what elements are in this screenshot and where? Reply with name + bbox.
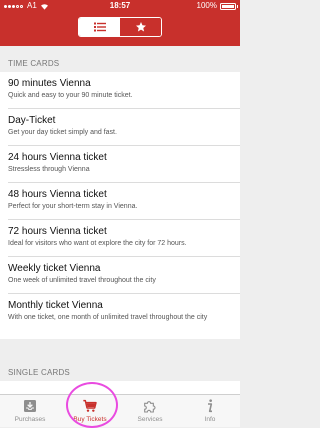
ticket-subtitle: One week of unlimited travel throughout … <box>8 277 156 284</box>
tab-info[interactable]: Info <box>180 395 240 427</box>
ticket-subtitle: With one ticket, one month of unlimited … <box>8 314 208 321</box>
puzzle-icon <box>144 401 156 413</box>
tab-buy-tickets[interactable]: Buy Tickets <box>60 395 120 427</box>
ticket-subtitle: Perfect for your short-term stay in Vien… <box>8 203 138 210</box>
ticket-item-monthly[interactable]: Monthly ticket Vienna With one ticket, o… <box>0 294 240 339</box>
download-tray-icon <box>24 400 36 412</box>
favorites-button[interactable] <box>120 18 161 36</box>
ticket-item-90-minutes[interactable]: 90 minutes Vienna Quick and easy to your… <box>0 72 240 109</box>
star-icon <box>135 22 146 32</box>
ticket-title: Day-Ticket <box>8 115 56 126</box>
list-icon <box>93 22 106 32</box>
section-header-time-cards: TIME CARDS <box>8 59 60 68</box>
ticket-item-48-hours[interactable]: 48 hours Vienna ticket Perfect for your … <box>0 183 240 220</box>
ticket-title: 90 minutes Vienna <box>8 78 91 89</box>
ticket-list-scroll[interactable]: TIME CARDS 90 minutes Vienna Quick and e… <box>0 46 240 394</box>
tab-bar: Purchases Buy Tickets Services Info <box>0 394 240 427</box>
ticket-title: 24 hours Vienna ticket <box>8 152 107 163</box>
status-bar: A1 18:57 100% <box>0 0 240 12</box>
ticket-item-24-hours[interactable]: 24 hours Vienna ticket Stressless throug… <box>0 146 240 183</box>
ticket-subtitle: Ideal for visitors who want ot explore t… <box>8 240 187 247</box>
list-view-button[interactable] <box>79 18 120 36</box>
battery-label: 100% <box>196 1 217 10</box>
ticket-title: 72 hours Vienna ticket <box>8 226 107 237</box>
app-header: A1 18:57 100% <box>0 0 240 46</box>
time-cards-list: 90 minutes Vienna Quick and easy to your… <box>0 72 240 339</box>
ticket-item-72-hours[interactable]: 72 hours Vienna ticket Ideal for visitor… <box>0 220 240 257</box>
tab-label: Info <box>204 416 216 423</box>
ticket-title: 48 hours Vienna ticket <box>8 189 107 200</box>
ticket-title: Weekly ticket Vienna <box>8 263 101 274</box>
ticket-subtitle: Get your day ticket simply and fast. <box>8 129 117 136</box>
single-cards-list <box>0 381 240 394</box>
view-toggle <box>78 17 162 37</box>
tab-label: Services <box>137 416 163 423</box>
tab-services[interactable]: Services <box>120 395 180 427</box>
ticket-item-day-ticket[interactable]: Day-Ticket Get your day ticket simply an… <box>0 109 240 146</box>
section-header-single-cards: SINGLE CARDS <box>8 368 70 377</box>
ticket-title: Monthly ticket Vienna <box>8 300 103 311</box>
tab-label: Purchases <box>14 416 46 423</box>
shopping-cart-icon <box>83 399 97 412</box>
tab-label: Buy Tickets <box>73 416 107 423</box>
ticket-subtitle: Stressless through Vienna <box>8 166 90 173</box>
tab-purchases[interactable]: Purchases <box>0 395 60 427</box>
ticket-item-weekly[interactable]: Weekly ticket Vienna One week of unlimit… <box>0 257 240 294</box>
battery-icon <box>220 2 238 10</box>
info-icon <box>208 399 213 413</box>
ticket-subtitle: Quick and easy to your 90 minute ticket. <box>8 92 133 99</box>
